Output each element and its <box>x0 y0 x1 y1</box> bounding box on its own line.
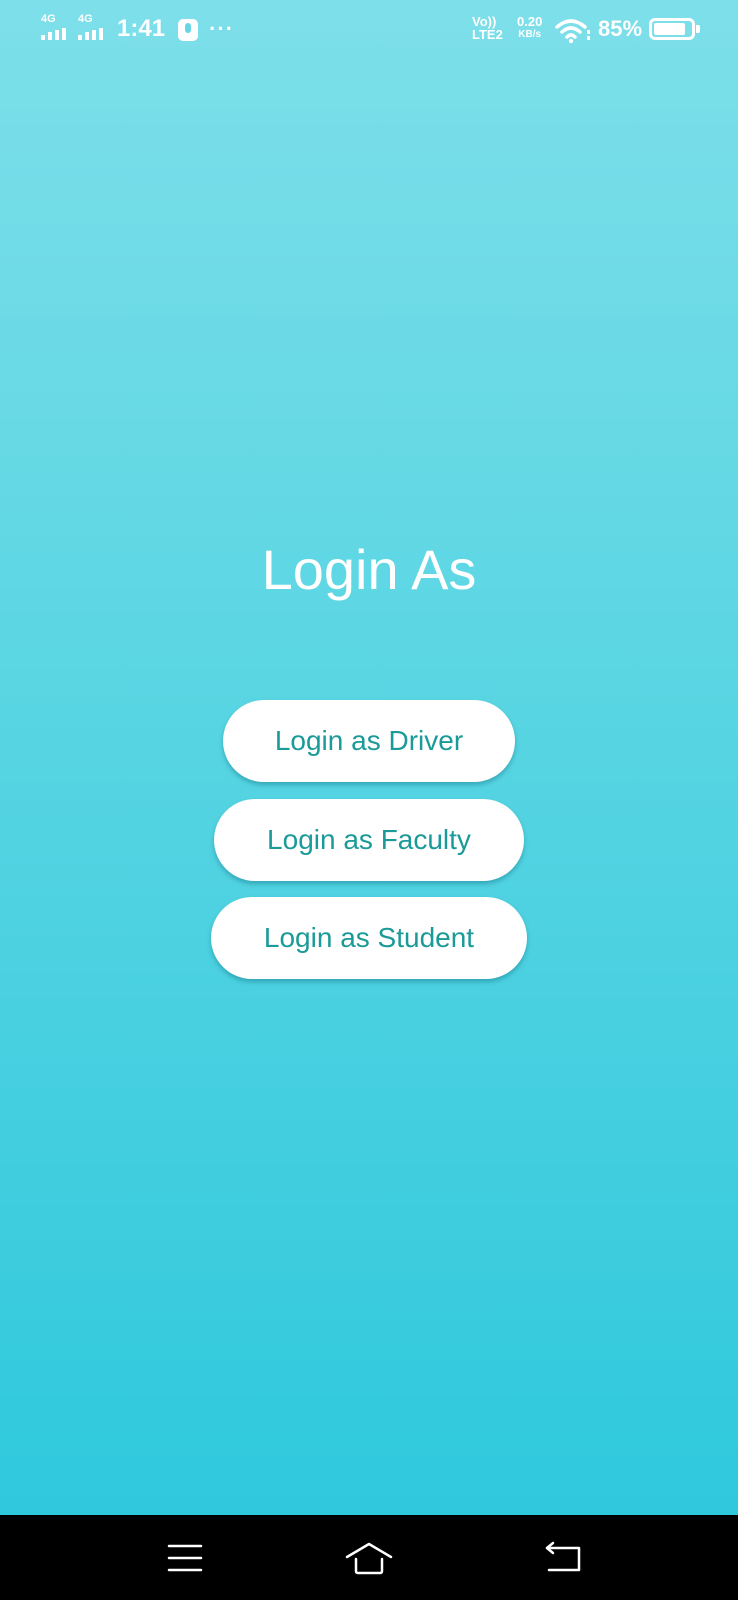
network-speed-value: 0.20 <box>517 14 543 29</box>
home-icon[interactable] <box>341 1533 397 1583</box>
battery-percentage: 85% <box>598 16 643 41</box>
battery-level-fill <box>654 23 685 35</box>
battery-tip <box>696 25 700 33</box>
back-icon[interactable] <box>535 1533 591 1583</box>
page-title: Login As <box>261 538 477 601</box>
microphone-notification-icon <box>178 19 198 41</box>
more-notifications-indicator: ··· <box>209 16 234 41</box>
wifi-icon <box>555 19 590 44</box>
sim2-signal-icon: 4G <box>78 14 110 42</box>
system-navigation-bar <box>0 1515 738 1600</box>
menu-icon[interactable] <box>157 1533 213 1583</box>
sim1-network-label: 4G <box>41 13 56 25</box>
login-as-faculty-label: Login as Faculty <box>267 824 471 855</box>
status-time: 1:41 <box>117 15 166 42</box>
sim2-network-label: 4G <box>78 13 93 25</box>
lte-label: LTE2 <box>472 27 503 42</box>
battery-icon <box>649 18 695 40</box>
login-as-driver-label: Login as Driver <box>274 725 464 756</box>
login-as-faculty-button[interactable]: Login as Faculty <box>214 799 524 881</box>
sim1-signal-icon: 4G <box>41 14 73 42</box>
login-as-student-button[interactable]: Login as Student <box>211 897 527 979</box>
login-as-student-label: Login as Student <box>263 922 475 953</box>
login-as-screen: 4G 4G 1:41 ··· Vo)) LTE2 0.20 KB/s 85% L… <box>0 0 738 1600</box>
network-speed: 0.20 KB/s <box>517 15 542 41</box>
login-as-driver-button[interactable]: Login as Driver <box>223 700 515 782</box>
volte-indicator: Vo)) LTE2 <box>472 15 503 41</box>
network-speed-unit: KB/s <box>518 29 542 40</box>
status-bar: 4G 4G 1:41 ··· Vo)) LTE2 0.20 KB/s 85% <box>0 0 738 60</box>
